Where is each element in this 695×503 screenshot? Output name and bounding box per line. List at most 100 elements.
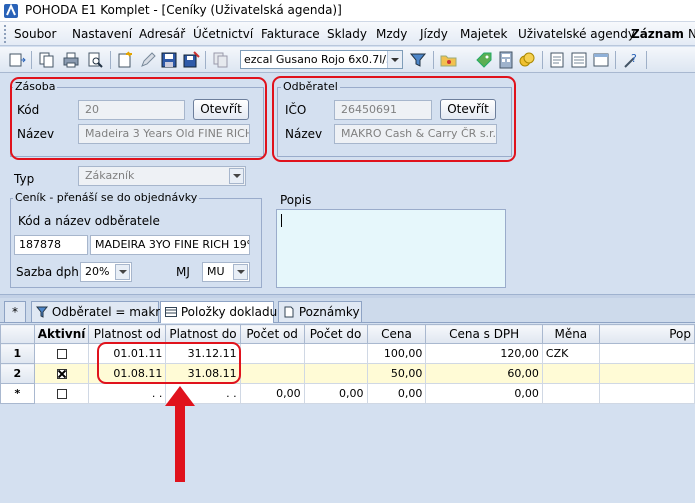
odberatel-nazev-cenik-field[interactable]: MADEIRA 3YO FINE RICH 19% — [90, 235, 250, 255]
save-icon[interactable] — [160, 51, 178, 69]
mena-cell[interactable]: CZK — [541, 343, 600, 364]
pocet-od-cell[interactable] — [239, 363, 305, 384]
menu-more[interactable]: N — [688, 27, 695, 41]
menu-mzdy[interactable]: Mzdy — [376, 27, 407, 41]
tab-odberatel-filter[interactable]: Odběratel = makro — [31, 301, 167, 322]
toolbar-separator — [110, 51, 111, 69]
menu-adresar[interactable]: Adresář — [139, 27, 185, 41]
coins-icon[interactable] — [518, 51, 536, 69]
poznamka-cell[interactable] — [598, 383, 695, 404]
menu-uzivatelske-agendy[interactable]: Uživatelské agendy — [518, 27, 635, 41]
column-header-poznamka[interactable]: Pop — [598, 324, 695, 344]
cena-s-dph-cell[interactable]: 60,00 — [425, 363, 543, 384]
kod-nazev-odberatele-label: Kód a název odběratele — [18, 214, 160, 228]
aktivni-checkbox[interactable] — [56, 389, 67, 399]
annotation-dates-highlight — [97, 342, 241, 384]
print-preview-icon[interactable] — [86, 51, 104, 69]
cena-s-dph-cell[interactable]: 120,00 — [425, 343, 543, 364]
filter-icon[interactable] — [409, 51, 427, 69]
cena-s-dph-cell[interactable]: 0,00 — [425, 383, 543, 404]
column-header-mena[interactable]: Měna — [541, 324, 600, 344]
tab-poznamky[interactable]: Poznámky — [278, 301, 362, 322]
sazba-dph-label: Sazba dph — [16, 265, 79, 279]
toolbar-separator — [205, 51, 206, 69]
aktivni-checkbox[interactable] — [56, 369, 67, 379]
pocet-od-cell[interactable]: 0,00 — [239, 383, 305, 404]
help-icon[interactable]: ? — [622, 51, 640, 69]
grid-icon — [165, 307, 177, 317]
svg-text:?: ? — [631, 52, 637, 65]
cenik-group-label: Ceník - přenáší se do objednávky — [13, 191, 200, 204]
menu-nastaveni[interactable]: Nastavení — [72, 27, 132, 41]
aktivni-cell[interactable] — [33, 363, 90, 384]
menu-majetek[interactable]: Majetek — [460, 27, 507, 41]
column-header-platnost-od[interactable]: Platnost od — [88, 324, 167, 344]
pocet-od-cell[interactable] — [239, 343, 305, 364]
document-icon[interactable] — [548, 51, 566, 69]
pocet-do-cell[interactable] — [303, 343, 368, 364]
chevron-down-icon[interactable] — [387, 51, 402, 68]
poznamka-cell[interactable] — [598, 343, 695, 364]
menu-ucetnictvi[interactable]: Účetnictví — [193, 27, 253, 41]
tab-poznamky-label: Poznámky — [298, 305, 360, 319]
row-number[interactable]: * — [0, 383, 35, 404]
popis-textarea[interactable] — [276, 209, 506, 288]
mena-cell[interactable] — [541, 363, 600, 384]
typ-label: Typ — [14, 172, 35, 186]
menu-soubor[interactable]: Soubor — [14, 27, 56, 41]
sazba-dph-combo[interactable]: 20% — [80, 262, 132, 282]
calculator-icon[interactable] — [497, 51, 515, 69]
duplicate-icon[interactable] — [212, 51, 230, 69]
save-all-icon[interactable] — [182, 51, 200, 69]
tab-polozky-dokladu[interactable]: Položky dokladu — [160, 301, 277, 323]
new-record-icon[interactable] — [116, 51, 134, 69]
report-icon[interactable] — [592, 51, 610, 69]
column-header-pocet-od[interactable]: Počet od — [239, 324, 305, 344]
row-number[interactable]: 1 — [0, 343, 35, 364]
record-select-value: ezcal Gusano Rojo 6x0.7l/38% — [244, 53, 403, 66]
toolbar-separator — [542, 51, 543, 69]
window-title: POHODA E1 Komplet - [Ceníky (Uživatelská… — [25, 3, 342, 17]
poznamka-cell[interactable] — [598, 363, 695, 384]
mena-cell[interactable] — [541, 383, 600, 404]
record-select-combo[interactable]: ezcal Gusano Rojo 6x0.7l/38% — [240, 50, 403, 69]
cena-cell[interactable]: 100,00 — [366, 343, 427, 364]
menu-zaznam[interactable]: Záznam — [631, 27, 684, 41]
popis-label: Popis — [280, 193, 312, 207]
agenda-nav-icon[interactable] — [8, 51, 26, 69]
aktivni-checkbox[interactable] — [56, 349, 67, 359]
tab-strip: * Odběratel = makro Položky dokladu Pozn… — [0, 298, 695, 323]
copy-icon[interactable] — [38, 51, 56, 69]
pocet-do-cell[interactable] — [303, 363, 368, 384]
list-icon[interactable] — [570, 51, 588, 69]
platnost-od-cell[interactable]: . . — [88, 383, 167, 404]
column-header-cena-s-dph[interactable]: Cena s DPH — [425, 324, 543, 344]
menu-bar: Soubor Nastavení Adresář Účetnictví Fakt… — [0, 22, 695, 46]
chevron-down-icon[interactable] — [233, 264, 248, 280]
table-row-new[interactable]: * . . . . 0,00 0,00 0,00 0,00 — [0, 383, 695, 404]
aktivni-cell[interactable] — [33, 343, 90, 364]
column-header-platnost-do[interactable]: Platnost do — [165, 324, 241, 344]
chevron-down-icon[interactable] — [115, 264, 130, 280]
odberatel-kod-field[interactable]: 187878 — [14, 235, 88, 255]
aktivni-cell[interactable] — [33, 383, 90, 404]
menu-sklady[interactable]: Sklady — [327, 27, 367, 41]
folder-star-icon[interactable] — [440, 51, 458, 69]
typ-combo[interactable]: Zákazník — [78, 166, 246, 186]
chevron-down-icon[interactable] — [229, 168, 244, 184]
tab-odberatel-label: Odběratel = makro — [51, 305, 168, 319]
column-header-cena[interactable]: Cena — [366, 324, 427, 344]
tag-icon[interactable] — [475, 51, 493, 69]
tab-new[interactable]: * — [4, 301, 26, 322]
edit-record-icon[interactable] — [139, 51, 157, 69]
column-header-pocet-do[interactable]: Počet do — [303, 324, 368, 344]
row-number[interactable]: 2 — [0, 363, 35, 384]
mj-combo[interactable]: MU — [202, 262, 250, 282]
pocet-do-cell[interactable]: 0,00 — [303, 383, 368, 404]
menu-fakturace[interactable]: Fakturace — [261, 27, 320, 41]
column-header-aktivni[interactable]: Aktivní — [33, 324, 90, 344]
menu-jizdy[interactable]: Jízdy — [420, 27, 448, 41]
cena-cell[interactable]: 50,00 — [366, 363, 427, 384]
cena-cell[interactable]: 0,00 — [366, 383, 427, 404]
print-icon[interactable] — [62, 51, 80, 69]
